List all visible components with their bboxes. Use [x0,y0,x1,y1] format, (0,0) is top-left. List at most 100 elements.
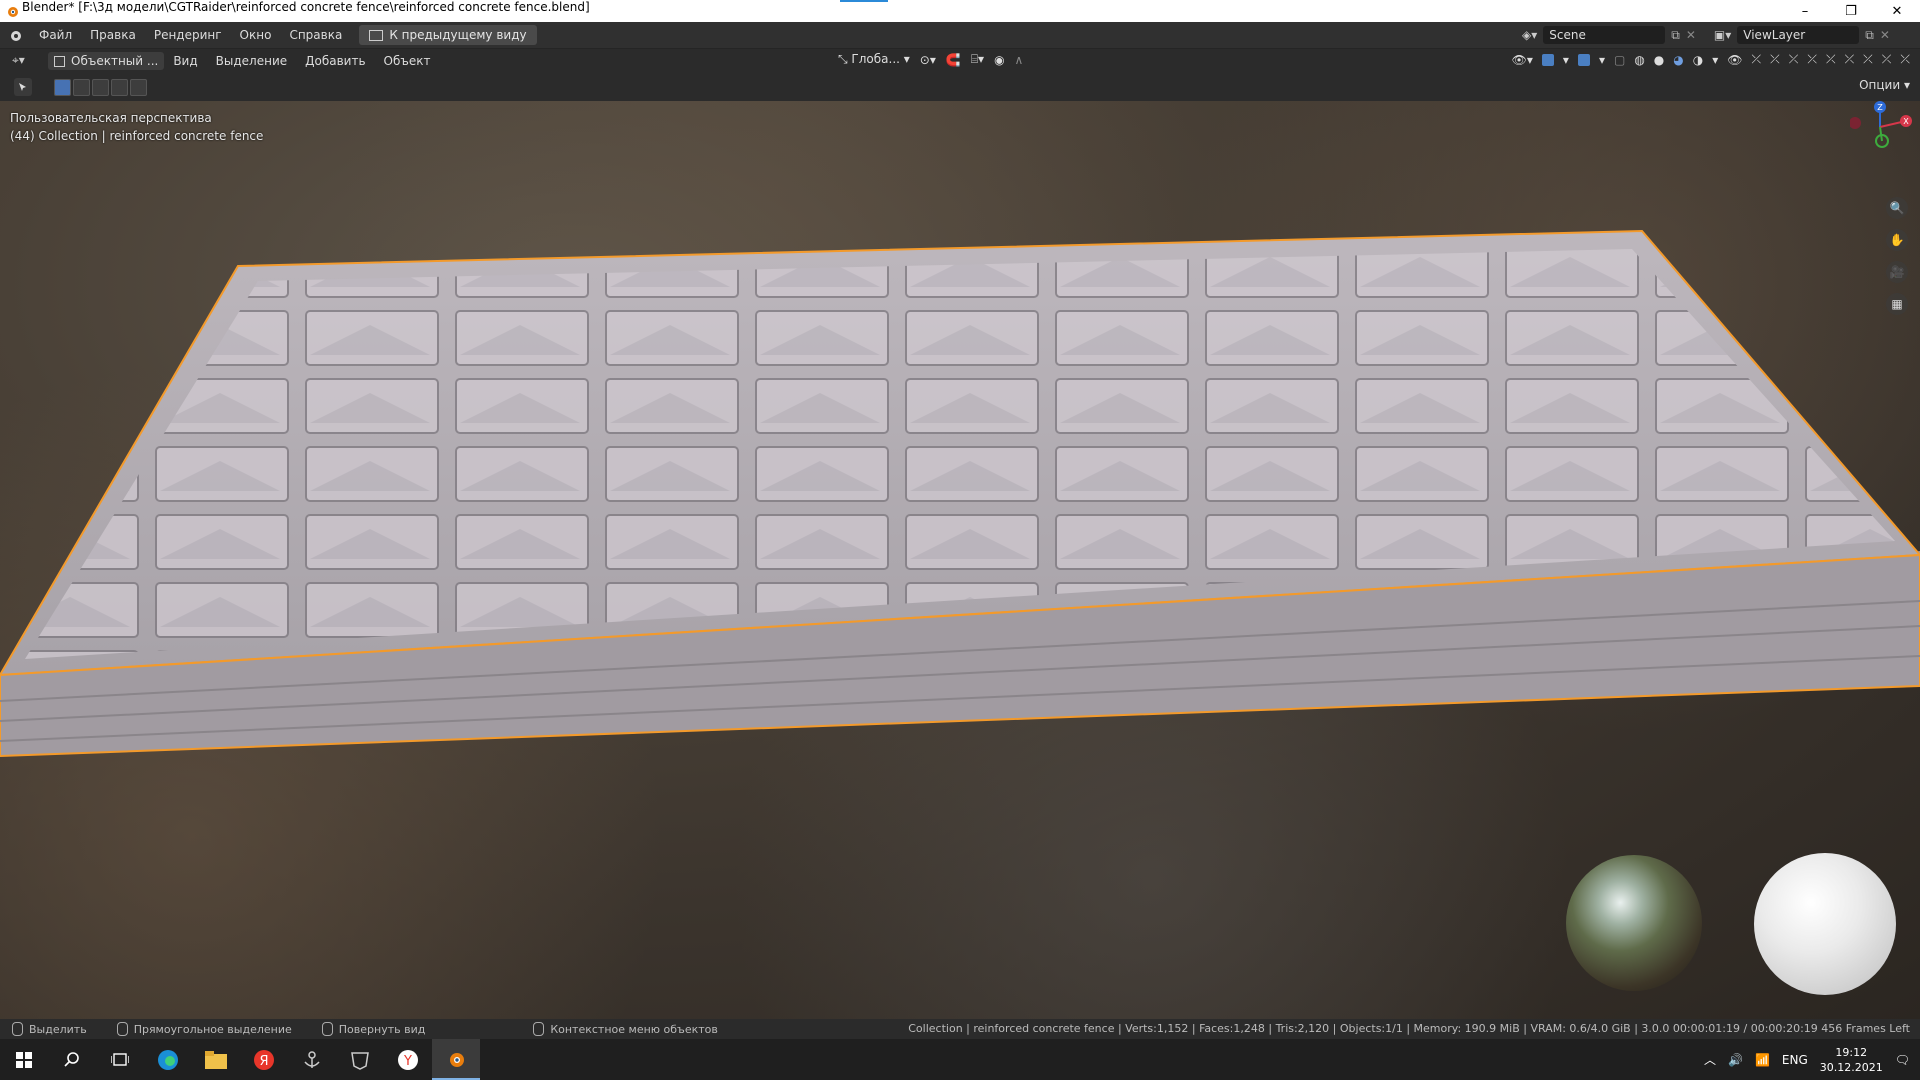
xray-icon[interactable]: ▢ [1614,53,1625,67]
select-mode-invert-icon[interactable] [111,78,128,96]
language-indicator[interactable]: ENG [1782,1053,1808,1067]
select-mode-set-icon[interactable] [54,78,71,96]
hint-rotate-view: Повернуть вид [321,1022,425,1036]
viewport-header: ⌖▾ Объектный ... Вид Выделение Добавить … [0,49,1920,73]
menu-edit[interactable]: Правка [81,28,145,42]
status-bar: Выделить Прямоугольное выделение Поверну… [0,1019,1920,1039]
select-toggle-icon-3[interactable]: ⤫ [1789,52,1799,67]
new-view-layer-icon[interactable]: ⧉ [1865,28,1874,43]
select-toggle-icon-6[interactable]: ⤫ [1845,52,1855,67]
world-of-tanks-icon[interactable] [336,1039,384,1080]
mouse-drag-icon [116,1022,128,1036]
select-toggle-icon-9[interactable]: ⤫ [1900,52,1910,67]
menu-view[interactable]: Вид [164,54,206,68]
select-toggle-icon-5[interactable]: ⤫ [1826,52,1836,67]
delete-view-layer-icon[interactable]: ✕ [1880,28,1890,42]
yandex-browser-icon[interactable]: Y [384,1039,432,1080]
new-scene-icon[interactable]: ⧉ [1671,28,1680,43]
wireframe-shading-icon[interactable]: ◍ [1634,53,1644,67]
blender-icon[interactable] [432,1039,480,1080]
edge-icon[interactable] [144,1039,192,1080]
select-mode-intersect-icon[interactable] [130,78,147,96]
window-titlebar: Blender* [F:\3д модели\CGTRaider\reinfor… [0,0,1920,22]
gizmo-toggle-icon[interactable] [1541,53,1554,66]
yandex-icon[interactable]: Я [240,1039,288,1080]
close-button[interactable]: ✕ [1874,0,1920,22]
select-tool-icon[interactable] [14,78,32,96]
options-dropdown[interactable]: Опции ▾ [1859,78,1910,92]
menu-select[interactable]: Выделение [207,54,296,68]
gizmo-dropdown-icon[interactable]: ▾ [1563,53,1569,67]
hint-box-select: Прямоугольное выделение [116,1022,292,1036]
snap-icon[interactable]: 🧲 [946,53,961,67]
select-toggle-icon-8[interactable]: ⤫ [1882,52,1892,67]
falloff-icon[interactable]: ∧ [1015,53,1024,67]
back-to-previous-button[interactable]: К предыдущему виду [359,25,537,45]
back-to-previous-label: К предыдущему виду [389,28,527,42]
blender-menu-icon[interactable] [0,28,30,42]
shading-dropdown-icon[interactable]: ▾ [1712,53,1718,67]
scene-field[interactable]: Scene [1543,26,1666,44]
proportional-edit-icon[interactable]: ◉ [994,53,1004,67]
select-toggle-icon-2[interactable]: ⤫ [1770,52,1780,67]
transform-orientation-dropdown[interactable]: ⤡ Глоба... ▾ [838,52,910,67]
volume-icon[interactable]: 🔊 [1728,1053,1743,1067]
titlebar-accent [840,0,888,2]
pivot-point-icon[interactable]: ⊙▾ [920,53,936,67]
menu-render[interactable]: Рендеринг [145,28,231,42]
network-icon[interactable]: 📶 [1755,1053,1770,1067]
restore-button[interactable]: ❐ [1828,0,1874,22]
gizmo-x-label: X [1903,117,1909,126]
visibility-icon[interactable]: 👁▾ [1512,53,1533,67]
perspective-toggle-icon[interactable]: ▦ [1886,293,1908,315]
blender-logo-icon [8,7,18,17]
mouse-middle-icon [321,1022,333,1036]
object-mode-icon [54,55,65,67]
clock[interactable]: 19:12 30.12.2021 [1820,1045,1883,1075]
menu-object[interactable]: Объект [375,54,440,68]
rendered-shading-icon[interactable]: ◑ [1693,53,1703,67]
overlay-toggle-icon[interactable] [1577,53,1590,66]
tray-chevron-icon[interactable]: ︿ [1704,1051,1716,1068]
material-preview-icon[interactable]: ◕ [1673,53,1683,67]
scene-icon[interactable]: ◈▾ [1522,28,1537,42]
viewport-eye-icon[interactable]: 👁 [1727,53,1742,67]
gizmo-z-label: Z [1877,103,1883,112]
overlay-dropdown-icon[interactable]: ▾ [1599,53,1605,67]
select-mode-subtract-icon[interactable] [92,78,109,96]
search-icon[interactable] [48,1039,96,1080]
screen-icon [369,29,384,41]
camera-view-icon[interactable]: 🎥 [1886,261,1908,283]
view-layer-field[interactable]: ViewLayer [1737,26,1860,44]
navigation-gizmo[interactable]: Z X [1850,101,1920,181]
menu-help[interactable]: Справка [280,28,351,42]
minimize-button[interactable]: – [1782,0,1828,22]
menu-window[interactable]: Окно [231,28,281,42]
clock-date: 30.12.2021 [1819,1060,1883,1074]
select-mode-extend-icon[interactable] [73,78,90,96]
menu-add[interactable]: Добавить [296,54,374,68]
task-view-icon[interactable] [96,1039,144,1080]
start-icon[interactable] [0,1039,48,1080]
view-layer-icon[interactable]: ▣▾ [1714,28,1731,42]
snap-target-icon[interactable]: ⌸▾ [971,52,984,67]
notification-icon[interactable]: 🗨 [1895,1053,1910,1067]
explorer-icon[interactable] [192,1039,240,1080]
pan-hand-icon[interactable]: ✋ [1886,229,1908,251]
hdri-preview-sphere [1566,855,1702,991]
menu-file[interactable]: Файл [30,28,81,42]
delete-scene-icon[interactable]: ✕ [1686,28,1696,42]
select-toggle-icon-7[interactable]: ⤫ [1863,52,1873,67]
mouse-right-icon [533,1022,545,1036]
solid-shading-icon[interactable]: ● [1654,53,1664,67]
zoom-icon[interactable]: 🔍 [1886,197,1908,219]
object-mode-label: Объектный ... [71,54,159,68]
editor-type-icon[interactable]: ⌖▾ [12,53,25,68]
object-mode-dropdown[interactable]: Объектный ... [48,52,165,70]
svg-text:Я: Я [259,1054,268,1069]
3d-viewport[interactable]: Пользовательская перспектива (44) Collec… [0,101,1920,1019]
select-toggle-icon-4[interactable]: ⤫ [1807,52,1817,67]
world-of-warships-icon[interactable] [288,1039,336,1080]
select-toggle-icon-1[interactable]: ⤫ [1752,52,1762,67]
window-title: Blender* [F:\3д модели\CGTRaider\reinfor… [22,0,590,14]
